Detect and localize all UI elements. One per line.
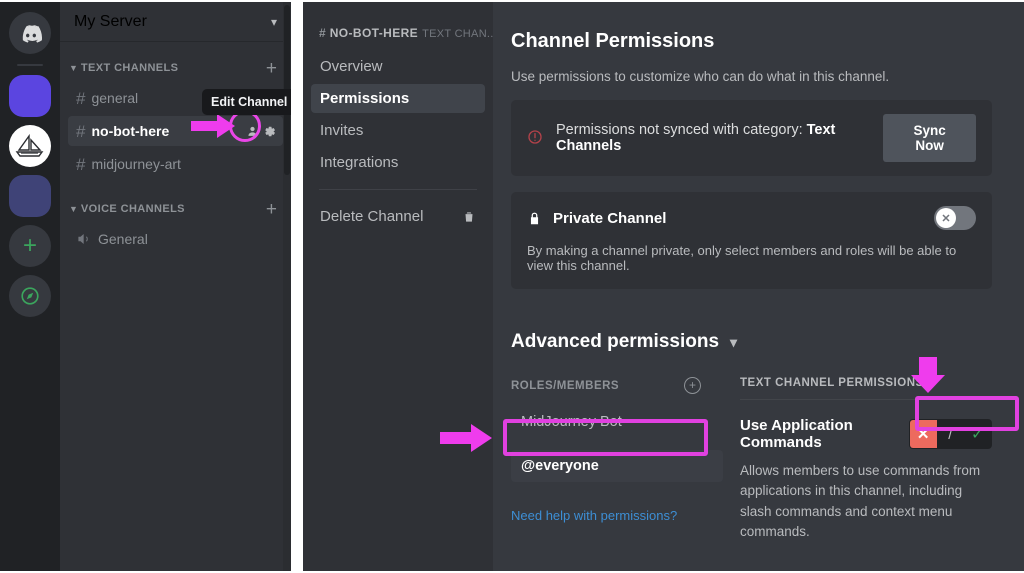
- server-icon-purple[interactable]: [9, 75, 51, 117]
- plus-icon[interactable]: +: [266, 59, 277, 78]
- permission-allow-button[interactable]: ✓: [964, 420, 991, 448]
- trash-icon: [462, 210, 476, 224]
- tab-integrations[interactable]: Integrations: [311, 148, 485, 177]
- add-server-icon[interactable]: +: [9, 225, 51, 267]
- server-icon-darkblue[interactable]: [9, 175, 51, 217]
- hash-icon: #: [76, 88, 86, 108]
- roles-members-header: ROLES/MEMBERS: [511, 379, 620, 392]
- permission-neutral-button[interactable]: /: [937, 420, 964, 448]
- delete-channel-button[interactable]: Delete Channel: [311, 202, 485, 231]
- channel-sidebar: My Server ▾ ▼ TEXT CHANNELS + # general …: [60, 2, 291, 571]
- divider: [740, 399, 992, 400]
- tab-invites[interactable]: Invites: [311, 116, 485, 145]
- sync-notice-text: Permissions not synced with category: Te…: [556, 122, 883, 154]
- category-label: VOICE CHANNELS: [80, 203, 185, 215]
- advanced-permissions-header[interactable]: Advanced permissions ▾: [511, 331, 992, 353]
- discord-app-panel: + My Server ▾ ▼ TEXT CHANNELS + # genera…: [0, 2, 291, 571]
- edit-channel-gear-icon[interactable]: [262, 124, 277, 139]
- private-channel-description: By making a channel private, only select…: [527, 243, 957, 273]
- advanced-permissions-title: Advanced permissions: [511, 331, 720, 352]
- sidebar-item-midjourney-art[interactable]: # midjourney-art: [68, 149, 283, 179]
- settings-channel-header: # NO-BOT-HERE TEXT CHAN...: [303, 26, 493, 40]
- category-voice-channels[interactable]: ▼ VOICE CHANNELS +: [60, 197, 291, 221]
- server-header[interactable]: My Server ▾: [60, 2, 291, 42]
- category-label: TEXT CHANNELS: [80, 62, 179, 74]
- permission-tristate-toggle[interactable]: ✕ / ✓: [908, 419, 992, 449]
- settings-content: Channel Permissions Use permissions to c…: [493, 2, 1024, 571]
- private-channel-title: Private Channel: [553, 209, 667, 227]
- hash-icon: #: [319, 26, 326, 40]
- tab-overview[interactable]: Overview: [311, 52, 485, 81]
- chevron-down-icon: ▾: [730, 333, 738, 350]
- channel-settings-panel: # NO-BOT-HERE TEXT CHAN... Overview Perm…: [303, 2, 1024, 571]
- sidebar-scrollbar[interactable]: [283, 2, 291, 571]
- sync-notice-prefix: Permissions not synced with category:: [556, 122, 807, 138]
- explore-servers-icon[interactable]: [9, 275, 51, 317]
- help-permissions-link[interactable]: Need help with permissions?: [511, 508, 677, 523]
- magenta-arrow-to-everyone: [440, 424, 492, 457]
- permission-row-use-application-commands: Use Application Commands ✕ / ✓: [740, 417, 992, 451]
- permission-deny-button[interactable]: ✕: [909, 420, 937, 448]
- warning-icon: [527, 129, 543, 148]
- page-subtitle: Use permissions to customize who can do …: [511, 69, 890, 84]
- sidebar-item-voice-general[interactable]: General: [68, 224, 283, 254]
- sidebar-item-no-bot-here[interactable]: # no-bot-here: [68, 116, 283, 146]
- rail-divider: [17, 64, 43, 66]
- chevron-down-icon: ▼: [69, 203, 78, 214]
- settings-channel-type: TEXT CHAN...: [422, 28, 493, 40]
- role-item-everyone[interactable]: @everyone: [511, 450, 723, 482]
- private-channel-toggle[interactable]: ✕: [934, 206, 976, 230]
- discord-home-icon[interactable]: [9, 12, 51, 54]
- channel-label: general: [91, 90, 139, 106]
- permission-name: Use Application Commands: [740, 417, 853, 451]
- invite-people-icon[interactable]: [245, 124, 260, 139]
- channel-label: midjourney-art: [91, 156, 181, 172]
- nav-divider: [319, 189, 477, 190]
- lock-icon: [527, 210, 542, 227]
- sync-now-button[interactable]: Sync Now: [883, 114, 976, 162]
- edit-channel-tooltip: Edit Channel: [202, 89, 291, 115]
- server-name: My Server: [74, 12, 147, 30]
- advanced-permissions-body: ROLES/MEMBERS + MidJourney Bot @everyone…: [511, 377, 992, 542]
- tab-permissions[interactable]: Permissions: [311, 84, 485, 113]
- magenta-arrow-to-permission-toggle: [911, 357, 945, 398]
- settings-channel-name: NO-BOT-HERE: [329, 26, 419, 40]
- text-channel-permissions-column: TEXT CHANNEL PERMISSIONS Use Application…: [723, 377, 992, 542]
- roles-members-column: ROLES/MEMBERS + MidJourney Bot @everyone…: [511, 377, 723, 542]
- server-icon-midjourney[interactable]: [9, 125, 51, 167]
- channel-label: General: [98, 231, 148, 247]
- server-rail: +: [0, 2, 60, 571]
- page-title: Channel Permissions: [511, 30, 715, 52]
- hash-icon: #: [76, 154, 86, 174]
- hash-icon: #: [76, 121, 86, 141]
- delete-channel-label: Delete Channel: [320, 208, 424, 225]
- channel-actions: [245, 116, 277, 146]
- role-item-midjourney-bot[interactable]: MidJourney Bot: [511, 406, 723, 438]
- chevron-down-icon: ▼: [69, 62, 78, 73]
- sync-notice-card: Permissions not synced with category: Te…: [511, 100, 992, 176]
- text-channel-permissions-header: TEXT CHANNEL PERMISSIONS: [740, 377, 924, 389]
- channel-label: no-bot-here: [91, 123, 170, 139]
- toggle-knob: ✕: [936, 208, 956, 228]
- category-text-channels[interactable]: ▼ TEXT CHANNELS +: [60, 56, 291, 80]
- magenta-arrow-to-gear: [191, 114, 235, 143]
- plus-icon[interactable]: +: [266, 200, 277, 219]
- screenshot-root: + My Server ▾ ▼ TEXT CHANNELS + # genera…: [0, 0, 1024, 573]
- plus-circle-icon[interactable]: +: [684, 377, 701, 394]
- settings-sidebar: # NO-BOT-HERE TEXT CHAN... Overview Perm…: [303, 2, 493, 571]
- speaker-icon: [76, 231, 92, 247]
- permission-description: Allows members to use commands from appl…: [740, 463, 981, 539]
- private-channel-card: Private Channel ✕ By making a channel pr…: [511, 192, 992, 289]
- chevron-down-icon: ▾: [270, 14, 277, 29]
